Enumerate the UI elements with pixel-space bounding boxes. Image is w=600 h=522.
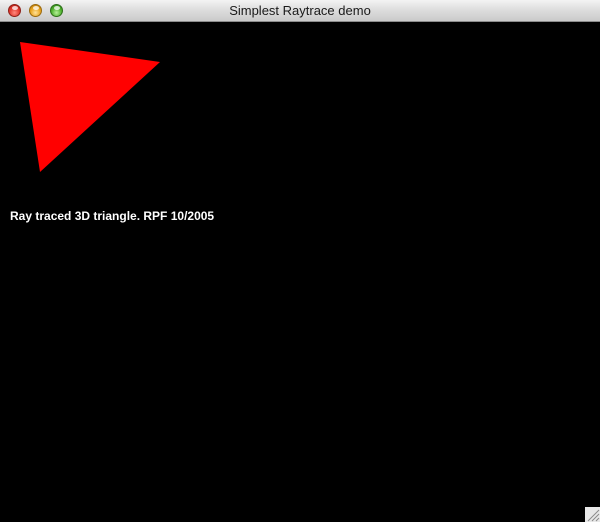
resize-grip-icon[interactable]: [585, 507, 600, 522]
zoom-button[interactable]: [50, 4, 63, 17]
app-window: Simplest Raytrace demo Ray traced 3D tri…: [0, 0, 600, 522]
render-canvas: Ray traced 3D triangle. RPF 10/2005: [0, 22, 600, 522]
minimize-button[interactable]: [29, 4, 42, 17]
window-title: Simplest Raytrace demo: [229, 3, 371, 18]
title-bar[interactable]: Simplest Raytrace demo: [0, 0, 600, 22]
caption-text: Ray traced 3D triangle. RPF 10/2005: [10, 209, 215, 223]
close-button[interactable]: [8, 4, 21, 17]
raytrace-scene: [20, 42, 160, 172]
red-triangle: [20, 42, 160, 172]
